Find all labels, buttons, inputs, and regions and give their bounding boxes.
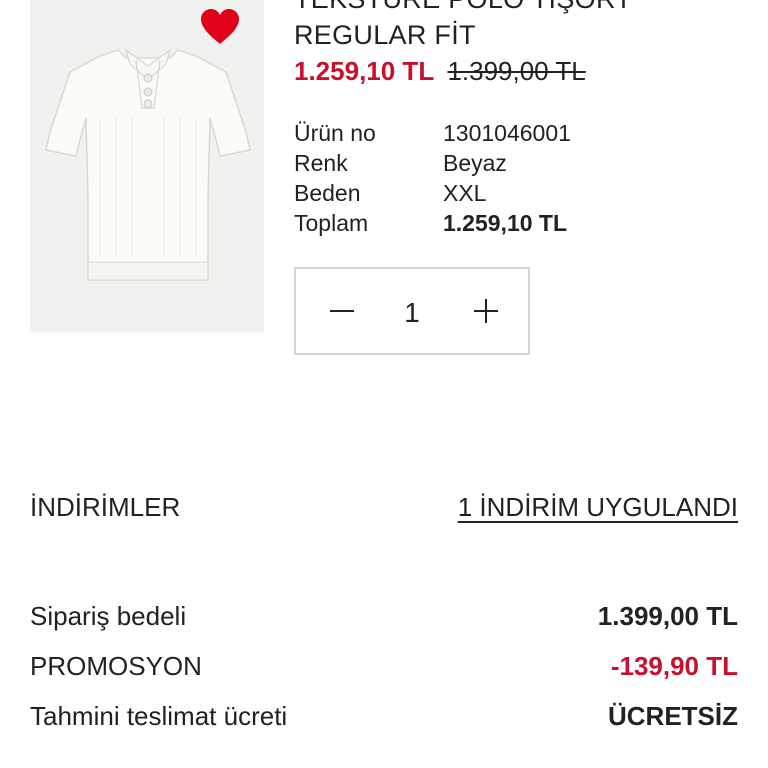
minus-icon[interactable]: [322, 291, 362, 331]
price-row: 1.259,10 TL 1.399,00 TL: [294, 58, 586, 84]
detail-value: XXL: [443, 180, 487, 206]
shipping-value: ÜCRETSİZ: [608, 701, 738, 731]
discounts-row: İNDİRİMLER 1 İNDİRİM UYGULANDI: [30, 494, 738, 520]
product-details: Ürün no 1301046001 Renk Beyaz Beden XXL …: [294, 118, 571, 238]
detail-label: Beden: [294, 180, 361, 206]
detail-row-color: Renk Beyaz: [294, 148, 571, 178]
promotion-label: PROMOSYON: [30, 651, 202, 681]
detail-row-article: Ürün no 1301046001: [294, 118, 571, 148]
detail-value: 1.259,10 TL: [443, 210, 568, 236]
detail-label: Renk: [294, 150, 348, 176]
order-total-value: 1.399,00 TL: [597, 601, 738, 631]
original-price: 1.399,00 TL: [447, 56, 586, 86]
detail-row-total: Toplam 1.259,10 TL: [294, 208, 571, 238]
plus-icon[interactable]: [466, 291, 506, 331]
discounts-applied-link[interactable]: 1 İNDİRİM UYGULANDI: [458, 494, 738, 520]
detail-label: Toplam: [294, 210, 369, 236]
product-title-line2[interactable]: REGULAR FİT: [294, 22, 476, 49]
polo-shirt-image: [30, 0, 264, 332]
shipping-row: Tahmini teslimat ücreti ÜCRETSİZ: [30, 703, 738, 729]
sale-price: 1.259,10 TL: [294, 56, 435, 86]
detail-value: 1301046001: [443, 120, 571, 146]
detail-value: Beyaz: [443, 150, 507, 176]
promotion-value: -139,90 TL: [610, 651, 738, 681]
detail-label: Ürün no: [294, 120, 376, 146]
quantity-stepper: 1: [294, 267, 530, 355]
order-total-row: Sipariş bedeli 1.399,00 TL: [30, 603, 738, 629]
product-title-line1[interactable]: TEKSTÜRE POLO TİŞÖRT: [294, 0, 632, 13]
order-total-label: Sipariş bedeli: [30, 601, 187, 631]
promotion-row: PROMOSYON -139,90 TL: [30, 653, 738, 679]
quantity-value: 1: [404, 297, 420, 328]
discounts-label: İNDİRİMLER: [30, 492, 181, 522]
heart-icon[interactable]: [199, 8, 241, 46]
shipping-label: Tahmini teslimat ücreti: [30, 701, 288, 731]
detail-row-size: Beden XXL: [294, 178, 571, 208]
product-image[interactable]: [30, 0, 264, 332]
